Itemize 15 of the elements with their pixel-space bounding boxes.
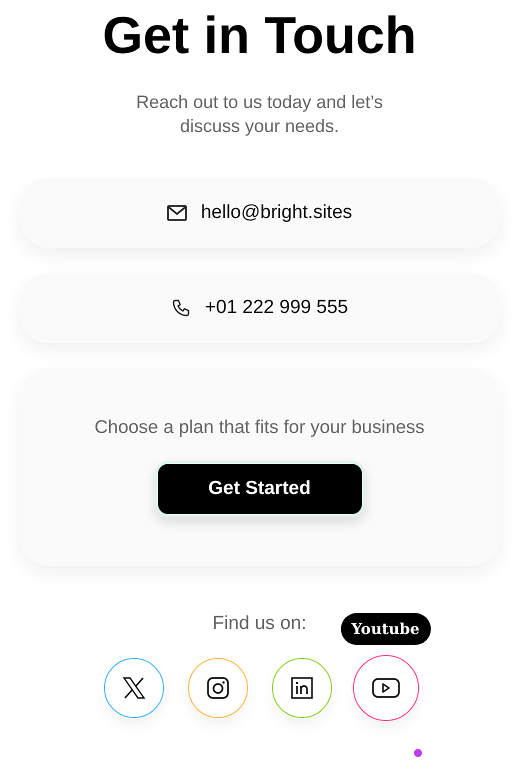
get-started-button[interactable]: Get Started: [154, 461, 364, 517]
envelope-icon: [166, 205, 187, 221]
play-icon: [372, 677, 400, 699]
phone-icon: [170, 298, 191, 318]
cursor-dot: [414, 749, 422, 757]
page-title: Get in Touch: [102, 6, 416, 67]
tooltip: Youtube: [340, 613, 431, 645]
camera-icon: [206, 676, 230, 700]
x-logo-icon: [122, 676, 146, 700]
plan-text: Choose a plan that fits for your business: [94, 416, 425, 438]
linkedin-icon: [290, 676, 314, 700]
find-us-label: Find us on:: [212, 613, 306, 636]
contact-card[interactable]: +01 222 999 555: [18, 273, 500, 343]
contact-card[interactable]: hello@bright.sites: [18, 178, 500, 248]
subtitle: Reach out to us today and let’s discuss your needs.: [135, 91, 384, 138]
